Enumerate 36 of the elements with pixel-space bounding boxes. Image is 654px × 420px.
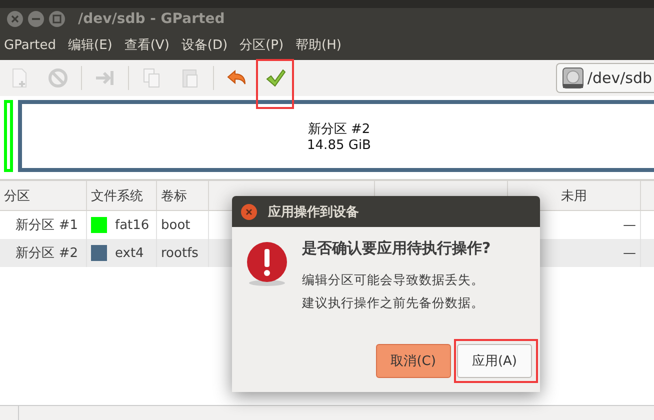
hard-drive-icon bbox=[561, 66, 586, 90]
table-cell-text: 新分区 #2 bbox=[16, 245, 78, 262]
menu-item[interactable]: GParted bbox=[4, 38, 56, 52]
table-cell: rootfs bbox=[161, 246, 198, 260]
dialog-message: 编辑分区可能会导致数据丢失。 bbox=[302, 271, 485, 289]
close-icon[interactable] bbox=[6, 10, 24, 28]
dialog-title: 应用操作到设备 bbox=[268, 204, 359, 220]
column-header[interactable]: 卷标 bbox=[161, 186, 187, 204]
table-cell: — bbox=[623, 246, 636, 260]
column-header[interactable]: 分区 bbox=[4, 186, 30, 204]
maximize-icon[interactable] bbox=[48, 10, 66, 28]
warning-icon bbox=[246, 241, 288, 287]
table-cell: — bbox=[623, 218, 636, 232]
menu-item[interactable]: 编辑(E) bbox=[68, 36, 112, 54]
menu-item[interactable]: 帮助(H) bbox=[296, 36, 342, 54]
table-cell: boot bbox=[161, 218, 190, 232]
dialog-message: 建议执行操作之前先备份数据。 bbox=[302, 294, 485, 312]
table-cell: fat16 bbox=[115, 218, 150, 232]
dialog-heading: 是否确认要应用待执行操作? bbox=[302, 239, 491, 258]
table-cell: ext4 bbox=[115, 246, 144, 260]
partition-block[interactable]: 新分区 #2 14.85 GiB bbox=[18, 100, 654, 172]
partition-block[interactable] bbox=[4, 100, 13, 172]
checkmark-icon bbox=[264, 67, 286, 89]
menu-item[interactable]: 查看(V) bbox=[124, 36, 170, 54]
no-entry-icon bbox=[47, 67, 69, 89]
table-cell-text: 新分区 #1 bbox=[16, 217, 78, 234]
minimize-icon[interactable] bbox=[27, 10, 45, 28]
column-header[interactable]: 未用 bbox=[561, 186, 587, 204]
apply-button[interactable]: 应用(A) bbox=[456, 344, 532, 378]
cancel-button[interactable]: 取消(C) bbox=[376, 344, 451, 378]
menu-item[interactable]: 设备(D) bbox=[181, 36, 228, 54]
device-selector[interactable]: /dev/sdb bbox=[556, 63, 654, 93]
menu-item[interactable]: 分区(P) bbox=[240, 36, 284, 54]
column-header[interactable]: 文件系统 bbox=[91, 186, 143, 204]
close-icon[interactable] bbox=[240, 202, 258, 220]
window-title: /dev/sdb - GParted bbox=[78, 11, 225, 27]
